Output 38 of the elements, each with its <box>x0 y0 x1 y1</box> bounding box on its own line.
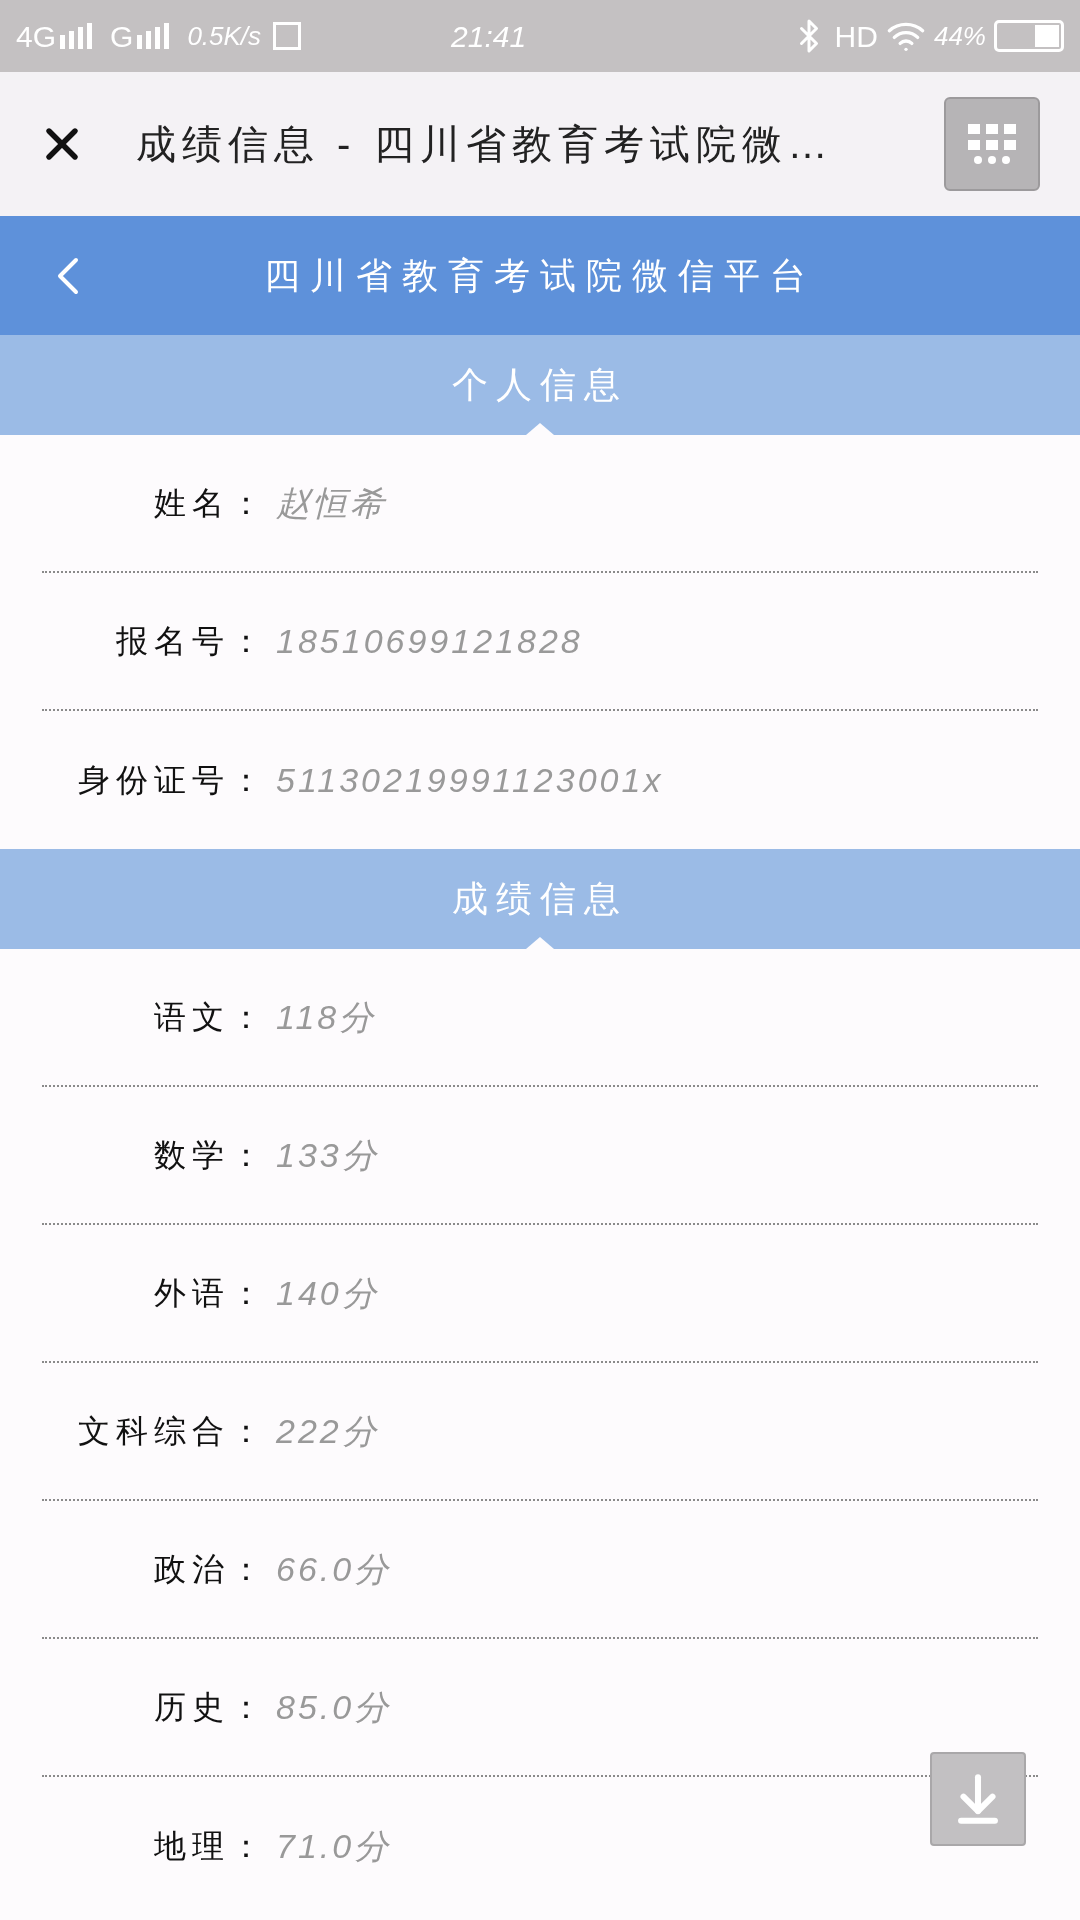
field-label: 身份证号： <box>77 761 268 800</box>
field-label: 数学： <box>153 1136 268 1175</box>
field-value: 赵恒希 <box>276 482 387 524</box>
field-value: 51130219991123001x <box>276 759 664 801</box>
menu-button[interactable] <box>944 97 1040 191</box>
pointer-notch <box>526 423 554 435</box>
section-title: 个人信息 <box>452 363 628 407</box>
battery-text: 44% <box>933 19 986 53</box>
field-value: 222分 <box>276 1410 379 1452</box>
field-value: 66.0分 <box>276 1548 392 1590</box>
field-label: 报名号： <box>115 622 268 661</box>
network-label: G <box>110 18 134 55</box>
section-title: 成绩信息 <box>452 877 628 921</box>
field-label: 语文： <box>153 998 268 1037</box>
field-value: 118分 <box>276 996 377 1038</box>
pointer-notch <box>526 937 554 949</box>
clock: 21:41 <box>451 18 527 55</box>
signal-icon <box>60 23 95 49</box>
header-title: 四川省教育考试院微信平台 <box>264 253 816 298</box>
download-button[interactable] <box>930 1752 1026 1846</box>
battery-icon <box>994 20 1064 52</box>
field-value: 85.0分 <box>276 1686 392 1728</box>
page-title: 成绩信息 - 四川省教育考试院微… <box>136 121 834 168</box>
field-label: 姓名： <box>153 484 268 523</box>
signal-icon <box>137 23 172 49</box>
app-icon <box>273 22 302 50</box>
network-label: 4G <box>16 18 57 55</box>
speed-text: 0.5K/s <box>187 19 262 53</box>
field-label: 政治： <box>153 1550 268 1589</box>
field-label: 历史： <box>153 1688 268 1727</box>
field-value: 133分 <box>276 1134 379 1176</box>
field-value: 140分 <box>276 1272 379 1314</box>
field-label: 外语： <box>153 1274 268 1313</box>
field-label: 文科综合： <box>77 1412 268 1451</box>
hd-label: HD <box>834 18 878 55</box>
field-value: 18510699121828 <box>276 620 583 662</box>
field-value: 71.0分 <box>276 1825 392 1867</box>
field-label: 地理： <box>153 1827 268 1866</box>
